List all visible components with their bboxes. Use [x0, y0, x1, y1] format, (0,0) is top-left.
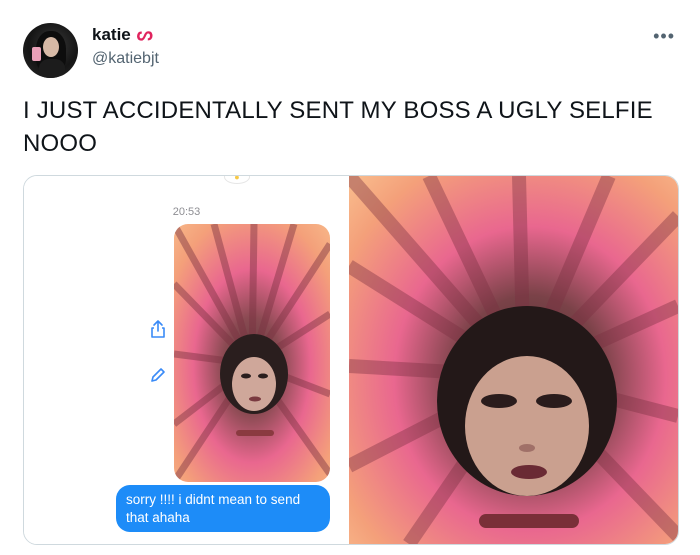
- share-icon: [151, 320, 165, 338]
- avatar-body: [39, 59, 65, 78]
- edit-icon: [151, 368, 165, 382]
- avatar-face: [43, 37, 59, 57]
- avatar-phone: [32, 47, 41, 61]
- selfie-photo[interactable]: [349, 176, 678, 544]
- sent-selfie-photo[interactable]: [174, 224, 330, 482]
- author-name-row[interactable]: katie ᔕ: [92, 24, 153, 45]
- author-display-name[interactable]: katie: [92, 25, 131, 45]
- name-emoji-icon: ᔕ: [136, 24, 153, 44]
- more-options-icon[interactable]: •••: [653, 26, 675, 47]
- message-screenshot[interactable]: ● 20:53 sorry !!!! i didnt mean to send …: [24, 176, 349, 544]
- tweet-media[interactable]: ● 20:53 sorry !!!! i didnt mean to send …: [23, 175, 679, 545]
- author-avatar[interactable]: [23, 23, 78, 78]
- message-bubble: sorry !!!! i didnt mean to send that aha…: [116, 485, 330, 532]
- message-timestamp: 20:53: [172, 206, 201, 218]
- author-handle[interactable]: @katiebjt: [92, 50, 159, 68]
- reaction-emoji-icon: ●: [224, 176, 250, 184]
- tweet-text: I JUST ACCIDENTALLY SENT MY BOSS A UGLY …: [23, 97, 653, 157]
